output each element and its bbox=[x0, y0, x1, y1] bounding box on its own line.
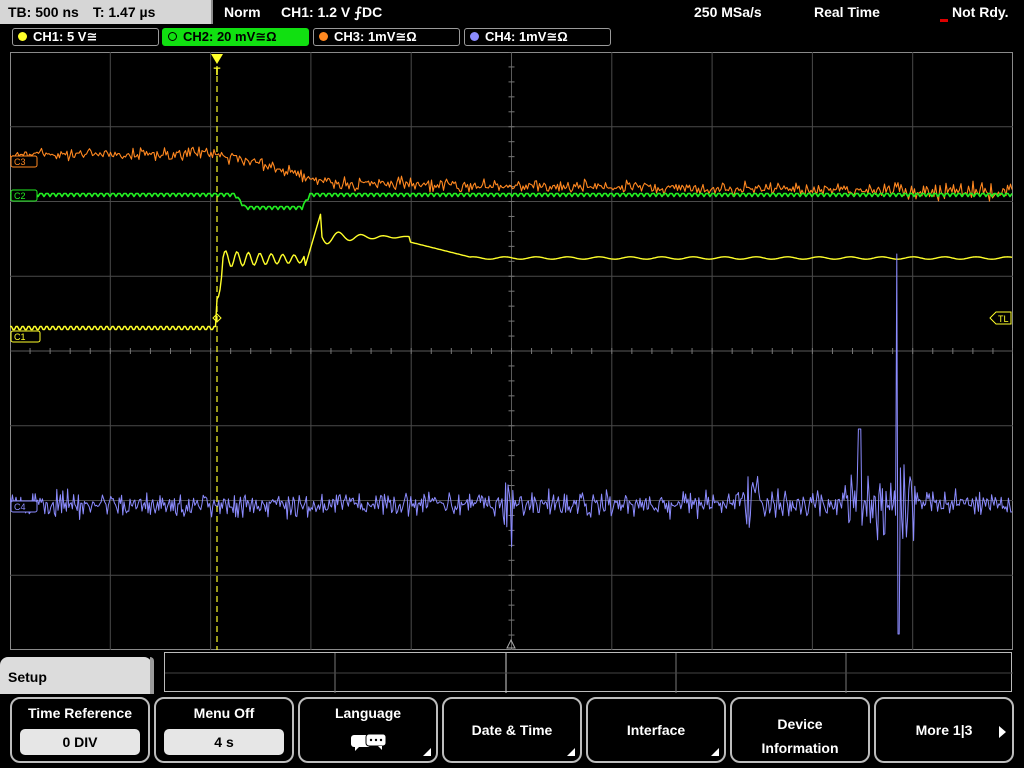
softkey-title: Menu Off bbox=[193, 705, 255, 721]
channel-label: CH1: 5 V≅ bbox=[33, 29, 98, 44]
ch3-ground-marker[interactable]: C3 bbox=[10, 155, 38, 168]
trigger-time-label: T: 1.47 µs bbox=[92, 4, 156, 20]
ch1-ground-marker[interactable]: C1 bbox=[10, 330, 41, 343]
submenu-corner-icon bbox=[711, 748, 719, 756]
submenu-corner-icon bbox=[423, 748, 431, 756]
trigger-setting[interactable]: CH1: 1.2 V ⨍DC bbox=[281, 0, 382, 24]
setup-menu-title: Setup bbox=[0, 657, 154, 697]
ch2-marker-label: C2 bbox=[14, 191, 26, 201]
time-reference-value: 0 DIV bbox=[20, 729, 140, 755]
ch4-color-dot bbox=[470, 32, 479, 41]
timebase-box[interactable]: TB: 500 ns T: 1.47 µs bbox=[0, 0, 213, 24]
speech-bubbles-icon bbox=[351, 733, 387, 751]
waveform-display[interactable]: T C3 C2 C1 C4 TL bbox=[10, 52, 1013, 650]
softkey-title: Time Reference bbox=[27, 705, 132, 721]
menu-off-value: 4 s bbox=[164, 729, 284, 755]
ch2-ground-marker[interactable]: C2 bbox=[10, 189, 38, 202]
softkey-title: More 1|3 bbox=[915, 722, 973, 738]
acquisition-state: Not Rdy. bbox=[952, 4, 1009, 20]
status-bar: TB: 500 ns T: 1.47 µs Norm CH1: 1.2 V ⨍DC… bbox=[0, 0, 1024, 24]
waveform-grid: T C3 C2 C1 C4 TL bbox=[10, 52, 1013, 650]
trigger-position-marker[interactable]: T bbox=[211, 54, 223, 78]
ch4-marker-label: C4 bbox=[14, 502, 26, 512]
trigger-level-label: TL bbox=[998, 314, 1009, 324]
submenu-corner-icon bbox=[567, 748, 575, 756]
channel-label: CH2: 20 mV≅Ω bbox=[183, 29, 277, 44]
channel-tab-ch3[interactable]: CH3: 1mV≅Ω bbox=[313, 28, 460, 46]
trigger-mode[interactable]: Norm bbox=[224, 0, 261, 24]
softkey-title: Date & Time bbox=[471, 722, 553, 738]
device-information-button[interactable]: Device Information bbox=[730, 697, 870, 763]
date-time-button[interactable]: Date & Time bbox=[442, 697, 582, 763]
softkey-title: Language bbox=[334, 705, 402, 721]
trigger-arrow-icon bbox=[211, 54, 223, 64]
softkey-title-line2: Information bbox=[761, 740, 839, 756]
timebase-label: TB: 500 ns bbox=[8, 4, 79, 20]
ch4-ground-marker[interactable]: C4 bbox=[10, 500, 38, 513]
not-ready-indicator bbox=[940, 19, 948, 22]
channel-tab-ch4[interactable]: CH4: 1mV≅Ω bbox=[464, 28, 611, 46]
channel-tab-ch2[interactable]: CH2: 20 mV≅Ω bbox=[162, 28, 309, 46]
time-reference-button[interactable]: Time Reference 0 DIV bbox=[10, 697, 150, 763]
softkey-title: Interface bbox=[626, 722, 686, 738]
ch2-color-dot bbox=[168, 32, 177, 41]
sample-rate: 250 MSa/s bbox=[694, 4, 762, 20]
ch3-marker-label: C3 bbox=[14, 157, 26, 167]
next-page-arrow-icon bbox=[999, 726, 1006, 738]
menu-off-button[interactable]: Menu Off 4 s bbox=[154, 697, 294, 763]
graticule bbox=[10, 52, 1013, 650]
language-button[interactable]: Language bbox=[298, 697, 438, 763]
trigger-point-label: T bbox=[214, 66, 221, 78]
zoom-overview-strip bbox=[164, 652, 1013, 693]
ch3-color-dot bbox=[319, 32, 328, 41]
channel-label: CH4: 1mV≅Ω bbox=[485, 29, 568, 44]
menu-title: Setup bbox=[8, 669, 47, 685]
interface-button[interactable]: Interface bbox=[586, 697, 726, 763]
softkey-title-line1: Device bbox=[777, 716, 823, 732]
more-button[interactable]: More 1|3 bbox=[874, 697, 1014, 763]
acquisition-mode: Real Time bbox=[814, 4, 880, 20]
ch1-color-dot bbox=[18, 32, 27, 41]
channel-label: CH3: 1mV≅Ω bbox=[334, 29, 417, 44]
ch1-marker-label: C1 bbox=[14, 332, 26, 342]
channel-tab-ch1[interactable]: CH1: 5 V≅ bbox=[12, 28, 159, 46]
overview-divisions bbox=[165, 653, 1013, 693]
trigger-level-marker[interactable]: TL bbox=[989, 311, 1012, 325]
